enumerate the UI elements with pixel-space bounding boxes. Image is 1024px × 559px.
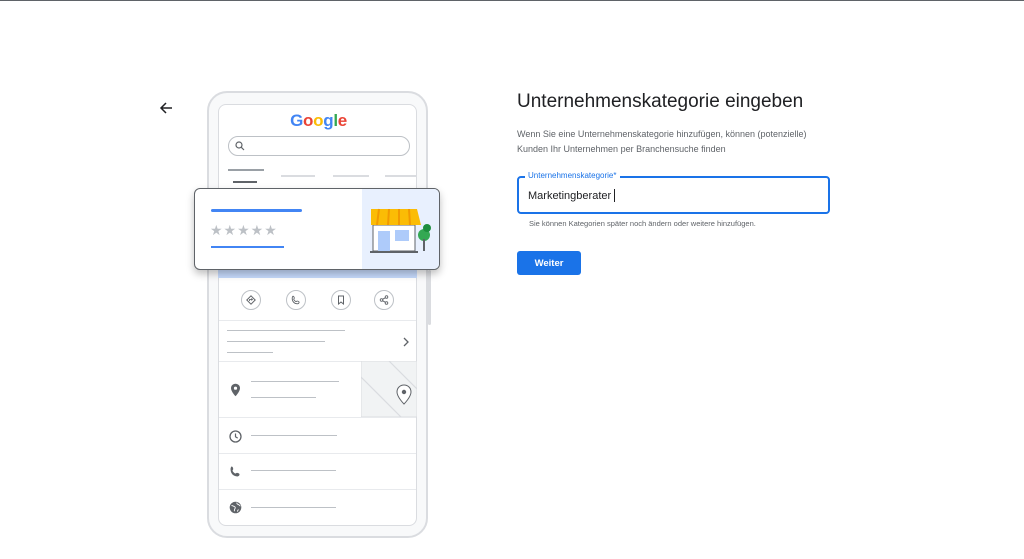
- phone-screen: Google: [218, 104, 417, 526]
- illustration-tab-indicator: [233, 181, 257, 183]
- google-logo: Google: [290, 111, 347, 130]
- page-description: Wenn Sie eine Unternehmenskategorie hinz…: [517, 129, 807, 154]
- globe-icon: [229, 501, 241, 513]
- hours-row: [228, 429, 242, 443]
- category-input[interactable]: [528, 187, 818, 205]
- illustration-search-bar: [228, 136, 410, 156]
- illustration-tab: [385, 175, 416, 177]
- card-title-line: [211, 209, 302, 212]
- page-title: Unternehmenskategorie eingeben: [517, 91, 804, 112]
- phone-row: [228, 464, 242, 478]
- location-row: [228, 383, 242, 397]
- category-hint: Sie können Kategorien später noch ändern…: [529, 219, 756, 228]
- illustration-divider: [219, 417, 416, 418]
- phone-icon: [230, 466, 240, 476]
- bookmark-icon: [338, 295, 344, 305]
- illustration-text-line: [227, 352, 273, 353]
- illustration-text-line: [251, 381, 339, 382]
- illustration-text-line: [251, 507, 336, 508]
- illustration-text-line: [251, 435, 337, 436]
- search-icon: [235, 141, 245, 151]
- illustration-scrollbar: [428, 270, 431, 325]
- rating-stars-icon: ★★★★★: [210, 222, 278, 238]
- illustration-tab: [281, 175, 315, 177]
- arrow-back-icon: [159, 102, 172, 114]
- illustration-text-line: [251, 470, 336, 471]
- illustration-tab: [228, 169, 264, 171]
- clock-icon: [228, 429, 242, 443]
- illustration-divider: [219, 453, 416, 454]
- illustration-text-line: [251, 397, 316, 398]
- storefront-icon: [370, 208, 431, 253]
- directions-action: [241, 290, 261, 310]
- illustration-divider: [219, 320, 416, 321]
- storefront-thumbnail: [362, 189, 439, 269]
- business-card-illustration: ★★★★★: [194, 188, 440, 270]
- chevron-right-icon: [403, 337, 409, 347]
- window-top-border: [0, 0, 1024, 1]
- map-thumbnail: [361, 361, 417, 417]
- share-icon: [379, 295, 389, 305]
- illustration-divider: [219, 489, 416, 490]
- text-cursor: [614, 189, 615, 202]
- weiter-button[interactable]: Weiter: [517, 251, 581, 275]
- call-action: [286, 290, 306, 310]
- share-action: [374, 290, 394, 310]
- illustration-text-line: [227, 341, 325, 342]
- category-field-label: Unternehmenskategorie*: [525, 171, 620, 180]
- save-action: [331, 290, 351, 310]
- location-pin-icon: [230, 383, 240, 397]
- illustration-tab: [333, 175, 369, 177]
- phone-icon: [291, 295, 300, 305]
- card-shadow-strip: [218, 269, 417, 278]
- back-button[interactable]: [154, 96, 178, 120]
- illustration-text-line: [227, 330, 345, 331]
- website-row: [228, 500, 242, 514]
- directions-icon: [246, 295, 256, 305]
- card-category-line: [211, 246, 284, 248]
